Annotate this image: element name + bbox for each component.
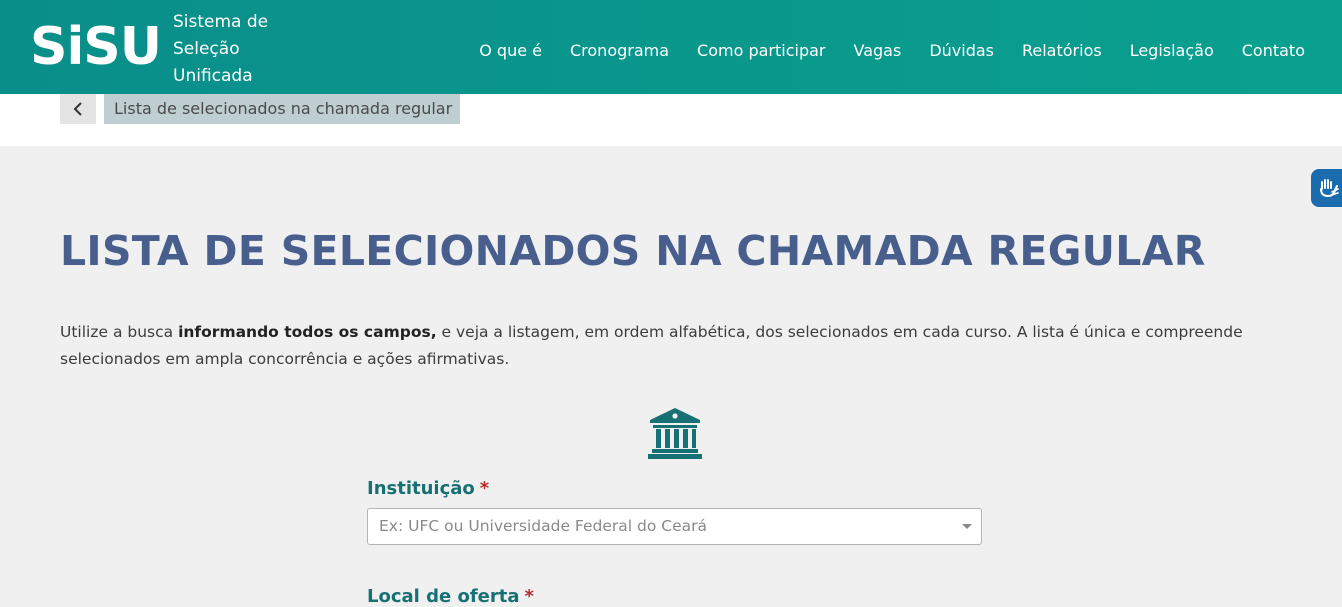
intro-text-bold: informando todos os campos, [178,323,437,341]
intro-text-start: Utilize a busca [60,323,179,341]
chevron-left-icon [73,102,82,116]
local-oferta-label: Local de oferta * [367,585,534,607]
instituicao-select[interactable]: Ex: UFC ou Universidade Federal do Ceará [367,508,982,545]
nav-relatorios[interactable]: Relatórios [1022,40,1102,62]
accessibility-widget[interactable] [1311,169,1342,207]
page-title: LISTA DE SELECIONADOS NA CHAMADA REGULAR [60,227,1206,275]
required-asterisk: * [524,586,534,607]
back-button[interactable] [60,94,96,124]
caret-down-icon [962,524,972,529]
nav-legislacao[interactable]: Legislação [1130,40,1214,62]
instituicao-placeholder: Ex: UFC ou Universidade Federal do Ceará [379,517,707,535]
logo-subtitle-line: Seleção [173,39,240,59]
instituicao-label: Instituição * [367,477,489,501]
nav-como-participar[interactable]: Como participar [697,40,825,62]
nav-contato[interactable]: Contato [1242,40,1305,62]
logo-subtitle-line: Unificada [173,66,253,86]
logo-subtitle-line: Sistema de [173,12,269,32]
logo-subtitle: Sistema de Seleção Unificada [173,9,268,90]
site-header: SiSU Sistema de Seleção Unificada O que … [0,0,1342,94]
sign-language-icon [1320,179,1339,198]
bank-building-icon [648,408,702,459]
required-asterisk: * [479,478,490,499]
sisu-logo[interactable]: SiSU [30,17,162,77]
instituicao-label-text: Instituição [367,478,475,499]
nav-cronograma[interactable]: Cronograma [570,40,669,62]
nav-duvidas[interactable]: Dúvidas [929,40,994,62]
nav-o-que-e[interactable]: O que é [479,40,542,62]
main-nav: O que é Cronograma Como participar Vagas… [451,40,1305,62]
breadcrumb-current[interactable]: Lista de selecionados na chamada regular [104,94,460,124]
intro-text: Utilize a busca informando todos os camp… [60,319,1290,373]
nav-vagas[interactable]: Vagas [854,40,902,62]
breadcrumb-label: Lista de selecionados na chamada regular [114,99,453,118]
local-oferta-label-text: Local de oferta [367,586,520,607]
